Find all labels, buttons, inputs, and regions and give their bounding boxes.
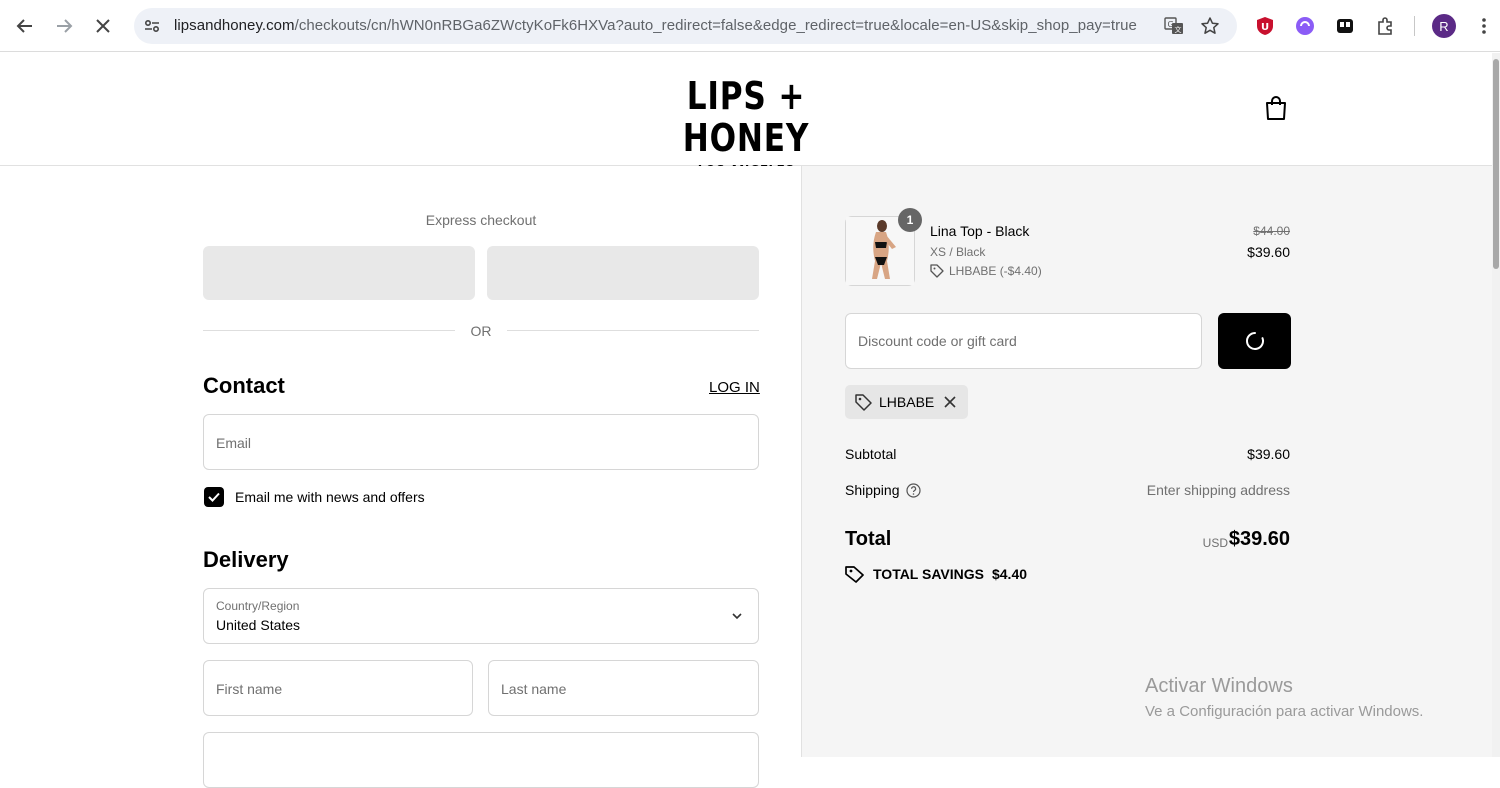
windows-watermark-subtitle: Ve a Configuración para activar Windows. [1145, 703, 1424, 720]
bookmark-star-icon[interactable] [1199, 15, 1221, 37]
tag-icon [845, 566, 864, 583]
product-discount-text: LHBABE (-$4.40) [949, 264, 1042, 278]
store-logo[interactable]: LIPS + HONEY LOS ANGELES [645, 75, 847, 180]
browser-menu-icon[interactable] [1472, 14, 1496, 38]
checkout-form: Express checkout OR Contact LOG IN Email… [0, 166, 801, 788]
or-line-right [507, 330, 759, 331]
toolbar-divider [1414, 16, 1415, 36]
shipping-value: Enter shipping address [1146, 482, 1290, 498]
shipping-label: Shipping [845, 482, 900, 498]
scrollbar-thumb[interactable] [1493, 59, 1499, 269]
last-name-field[interactable]: Last name [488, 660, 759, 716]
login-link[interactable]: LOG IN [709, 379, 760, 396]
profile-avatar[interactable]: R [1432, 14, 1456, 38]
newsletter-label[interactable]: Email me with news and offers [235, 489, 425, 505]
svg-text:U: U [1261, 22, 1269, 33]
product-discount: LHBABE (-$4.40) [930, 264, 1042, 278]
applied-code-pill: LHBABE [845, 385, 968, 419]
svg-text:文: 文 [1175, 25, 1182, 34]
quantity-badge: 1 [898, 208, 922, 232]
first-name-field[interactable]: First name [203, 660, 473, 716]
country-label: Country/Region [216, 599, 300, 613]
chevron-down-icon [732, 613, 742, 620]
or-divider: OR [203, 321, 759, 341]
product-variant: XS / Black [930, 245, 986, 259]
discounted-price: $39.60 [1247, 244, 1290, 260]
site-header: LIPS + HONEY LOS ANGELES [0, 53, 1492, 180]
express-checkout-label: Express checkout [425, 212, 537, 228]
stop-loading-button[interactable] [89, 12, 117, 40]
email-placeholder: Email [216, 435, 252, 451]
shipping-row-label: Shipping [845, 482, 921, 498]
email-field[interactable]: Email [203, 414, 759, 470]
remove-code-icon[interactable] [943, 395, 957, 409]
company-field[interactable] [203, 732, 759, 788]
tag-icon [930, 264, 944, 278]
extension-purple-icon[interactable] [1293, 14, 1317, 38]
or-line-left [203, 330, 455, 331]
windows-watermark-title: Activar Windows [1145, 675, 1293, 697]
express-pay-button-2[interactable] [487, 246, 759, 300]
discount-code-placeholder: Discount code or gift card [858, 333, 1017, 349]
total-currency: USD [1202, 536, 1228, 550]
close-icon [96, 19, 110, 33]
forward-button[interactable] [50, 12, 78, 40]
discount-code-input[interactable]: Discount code or gift card [845, 313, 1202, 369]
express-pay-button-1[interactable] [203, 246, 475, 300]
apply-discount-button[interactable] [1218, 313, 1291, 369]
extension-bookmark-icon[interactable] [1333, 14, 1357, 38]
total-label: Total [845, 528, 892, 550]
help-circle-icon[interactable] [905, 482, 921, 498]
site-info-icon[interactable] [142, 16, 162, 36]
shopping-bag-icon[interactable] [1264, 95, 1288, 121]
savings-label: TOTAL SAVINGS [873, 566, 984, 582]
subtotal-label: Subtotal [845, 446, 897, 462]
contact-title: Contact [203, 373, 285, 398]
translate-icon[interactable]: G文 [1163, 15, 1185, 37]
url-text[interactable]: lipsandhoney.com/checkouts/cn/hWN0nRBGa6… [174, 17, 1137, 34]
url-host: lipsandhoney.com [174, 17, 295, 34]
extensions-puzzle-icon[interactable] [1373, 14, 1397, 38]
page-scrollbar[interactable] [1492, 53, 1500, 757]
ublock-extension-icon[interactable]: U [1253, 14, 1277, 38]
back-button[interactable] [11, 12, 39, 40]
savings-value: $4.40 [991, 566, 1028, 582]
country-value: United States [216, 617, 301, 633]
applied-code-text: LHBABE [879, 394, 935, 410]
or-text: OR [470, 323, 492, 339]
loading-spinner-icon [1245, 332, 1264, 350]
tag-icon [855, 394, 872, 411]
product-name: Lina Top - Black [930, 223, 1030, 239]
newsletter-checkbox[interactable] [204, 487, 224, 507]
forward-arrow-icon [57, 19, 73, 33]
checkmark-icon [208, 492, 220, 502]
address-bar[interactable]: lipsandhoney.com/checkouts/cn/hWN0nRBGa6… [134, 8, 1237, 44]
first-name-placeholder: First name [216, 681, 283, 697]
url-path: /checkouts/cn/hWN0nRBGa6ZWctyKoFk6HXVa?a… [294, 17, 1137, 34]
country-select[interactable]: Country/Region United States [203, 588, 759, 644]
original-price: $44.00 [1253, 224, 1290, 238]
total-savings: TOTAL SAVINGS $4.40 [845, 565, 1027, 583]
back-arrow-icon [16, 19, 32, 33]
logo-main-text: LIPS + HONEY [682, 74, 810, 160]
order-summary: 1 Lina Top - Black XS / Black LHBABE (-$… [801, 166, 1492, 757]
delivery-title: Delivery [203, 547, 289, 572]
last-name-placeholder: Last name [501, 681, 567, 697]
total-value: $39.60 [1228, 528, 1290, 550]
subtotal-value: $39.60 [1247, 446, 1290, 462]
browser-toolbar: lipsandhoney.com/checkouts/cn/hWN0nRBGa6… [0, 0, 1500, 52]
